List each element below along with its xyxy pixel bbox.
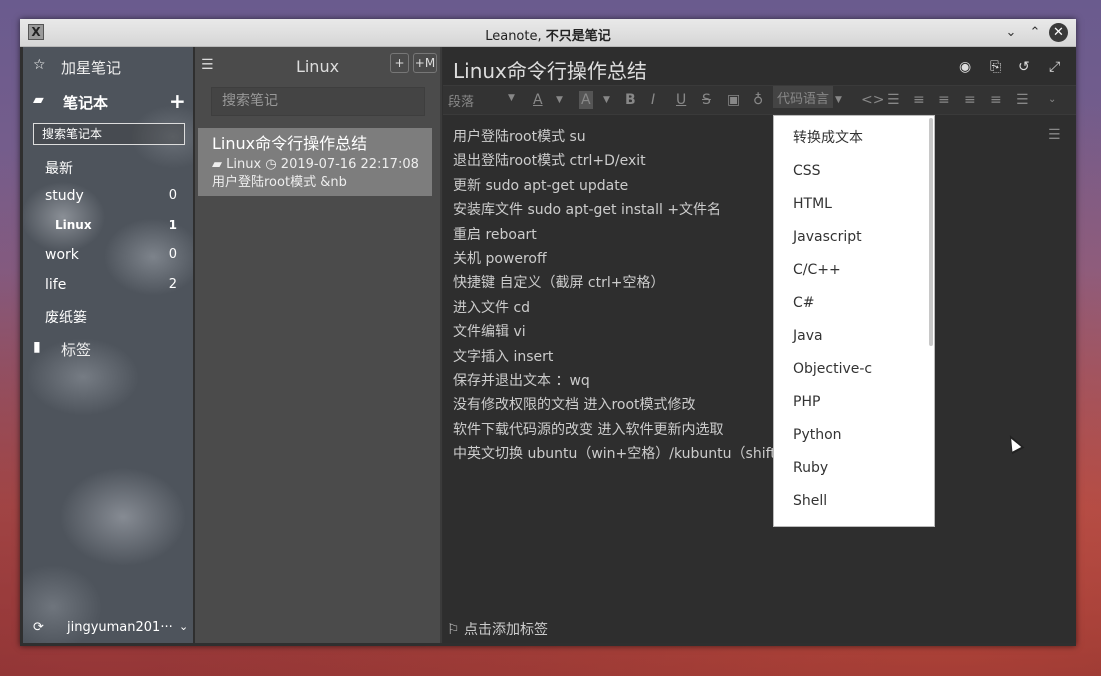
note-list-header: ☰ Linux + +M <box>195 47 440 83</box>
code-language-dropdown: 转换成文本 CSS HTML Javascript C/C++ C# Java … <box>773 115 935 527</box>
content-line: 重启 reboart <box>453 226 537 243</box>
paragraph-select[interactable]: 段落 ▼ <box>448 91 515 110</box>
font-color-dropdown-icon[interactable]: ▼ <box>556 91 563 109</box>
background-color-dropdown-icon[interactable]: ▼ <box>603 91 610 109</box>
content-line: 安装库文件 sudo apt-get install +文件名 <box>453 202 722 219</box>
code-icon[interactable]: <> <box>861 91 884 109</box>
note-list-item[interactable]: Linux命令行操作总结 ▰ Linux ◷ 2019-07-16 22:17:… <box>198 128 432 196</box>
more-tools-icon[interactable]: ⌄ <box>1048 91 1056 109</box>
user-name[interactable]: jingyuman201··· <box>67 620 173 635</box>
dropdown-option[interactable]: HTML <box>774 188 934 221</box>
fullscreen-icon[interactable]: ⤢ <box>1049 59 1060 75</box>
add-notebook-icon[interactable]: + <box>169 89 186 113</box>
window-title: Leanote, 不只是笔记 <box>485 29 611 44</box>
lightbulb-icon[interactable]: ♁ <box>753 91 763 109</box>
image-icon[interactable]: ▣ <box>727 91 740 109</box>
bookmark-icon: ▮ <box>33 339 41 355</box>
notebook-sidebar: ☆ 加星笔记 ▰ 笔记本 + 搜索笔记本 最新 study 0 Linux 1 … <box>23 47 193 643</box>
content-line: 更新 sudo apt-get update <box>453 177 629 194</box>
star-icon: ☆ <box>33 57 46 73</box>
notebook-icon: ▰ <box>33 92 44 108</box>
dropdown-option[interactable]: C/C++ <box>774 254 934 287</box>
attachment-icon[interactable]: ⎘ <box>990 59 1001 75</box>
close-icon[interactable]: ✕ <box>1049 23 1068 42</box>
chevron-down-icon[interactable]: ⌄ <box>179 620 188 633</box>
title-bar[interactable]: X Leanote, 不只是笔记 ⌄ ⌃ ✕ <box>20 19 1076 47</box>
content-line: 退出登陆root模式 ctrl+D/exit <box>453 153 646 170</box>
dropdown-option[interactable]: PHP <box>774 386 934 419</box>
content-line: 文件编辑 vi <box>453 324 526 341</box>
bullet-list-icon[interactable]: ☰ <box>887 91 900 109</box>
note-list-panel: ☰ Linux + +M 搜索笔记 Linux命令行操作总结 ▰ Linux ◷… <box>195 47 442 643</box>
font-color-icon[interactable]: A <box>533 91 543 109</box>
content-line: 中英文切换 ubuntu（win+空格）/kubuntu（shift <box>453 446 773 463</box>
note-search-input[interactable]: 搜索笔记 <box>211 87 425 116</box>
numbered-list-icon[interactable]: ≡ <box>913 91 925 109</box>
maximize-icon[interactable]: ⌃ <box>1025 23 1045 43</box>
content-line: 用户登陆root模式 su <box>453 129 586 145</box>
eye-icon[interactable]: ◉ <box>959 59 971 75</box>
editor-panel: Linux命令行操作总结 ◉ ⎘ ↺ ⤢ 段落 ▼ A ▼ A ▼ B I U S… <box>443 47 1076 643</box>
dropdown-option[interactable]: Java <box>774 320 934 353</box>
underline-icon[interactable]: U <box>676 91 686 109</box>
history-icon[interactable]: ↺ <box>1018 59 1030 75</box>
sidebar-footer: ⟳ jingyuman201··· ⌄ <box>23 617 193 643</box>
content-line: 保存并退出文本 ：wq <box>453 373 590 390</box>
content-line: 关机 poweroff <box>453 251 547 268</box>
add-tag-button[interactable]: ⚐ 点击添加标签 <box>447 619 548 639</box>
strikethrough-icon[interactable]: S <box>702 91 711 109</box>
note-content[interactable]: 用户登陆root模式 su 退出登陆root模式 ctrl+D/exit 更新 … <box>453 125 773 467</box>
clock-icon: ◷ <box>265 157 277 172</box>
editor-toolbar: 段落 ▼ A ▼ A ▼ B I U S ▣ ♁ 代码语言 ▼ <> ☰ ≡ ≡ ≡… <box>443 85 1076 115</box>
dropdown-option[interactable]: Python <box>774 419 934 452</box>
tag-icon: ⚐ <box>447 622 460 638</box>
content-line: 文字插入 insert <box>453 348 554 365</box>
add-markdown-note-button[interactable]: +M <box>413 53 437 73</box>
notebook-search-input[interactable]: 搜索笔记本 <box>33 123 185 145</box>
minimize-icon[interactable]: ⌄ <box>1001 23 1021 43</box>
content-line: 快捷键 自定义（截屏 ctrl+空格） <box>453 275 665 292</box>
code-language-select[interactable]: 代码语言 ▼ <box>773 86 842 108</box>
background-color-icon[interactable]: A <box>579 91 593 109</box>
dropdown-option[interactable]: Javascript <box>774 221 934 254</box>
content-line: 进入文件 cd <box>453 299 531 316</box>
dropdown-option[interactable]: C# <box>774 287 934 320</box>
dropdown-option[interactable]: Objective-c <box>774 353 934 386</box>
dropdown-option[interactable]: Shell <box>774 485 934 518</box>
justify-icon[interactable]: ☰ <box>1016 91 1029 109</box>
bold-icon[interactable]: B <box>625 91 636 109</box>
italic-icon[interactable]: I <box>651 91 655 109</box>
dropdown-option[interactable]: CSS <box>774 155 934 188</box>
sync-icon[interactable]: ⟳ <box>33 620 44 635</box>
content-line: 软件下载代码源的改变 进入软件更新内选取 <box>453 421 724 438</box>
notebook-icon: ▰ <box>212 157 222 172</box>
outline-icon[interactable]: ☰ <box>1048 127 1061 143</box>
content-line: 没有修改权限的文档 进入root模式修改 <box>453 397 696 414</box>
dropdown-option[interactable]: 转换成文本 <box>774 122 934 155</box>
dropdown-scrollbar[interactable] <box>929 118 933 346</box>
align-right-icon[interactable]: ≡ <box>990 91 1002 109</box>
dropdown-option[interactable]: Ruby <box>774 452 934 485</box>
note-title[interactable]: Linux命令行操作总结 <box>453 55 647 84</box>
add-note-button[interactable]: + <box>390 53 409 73</box>
align-left-icon[interactable]: ≡ <box>938 91 950 109</box>
align-center-icon[interactable]: ≡ <box>964 91 976 109</box>
